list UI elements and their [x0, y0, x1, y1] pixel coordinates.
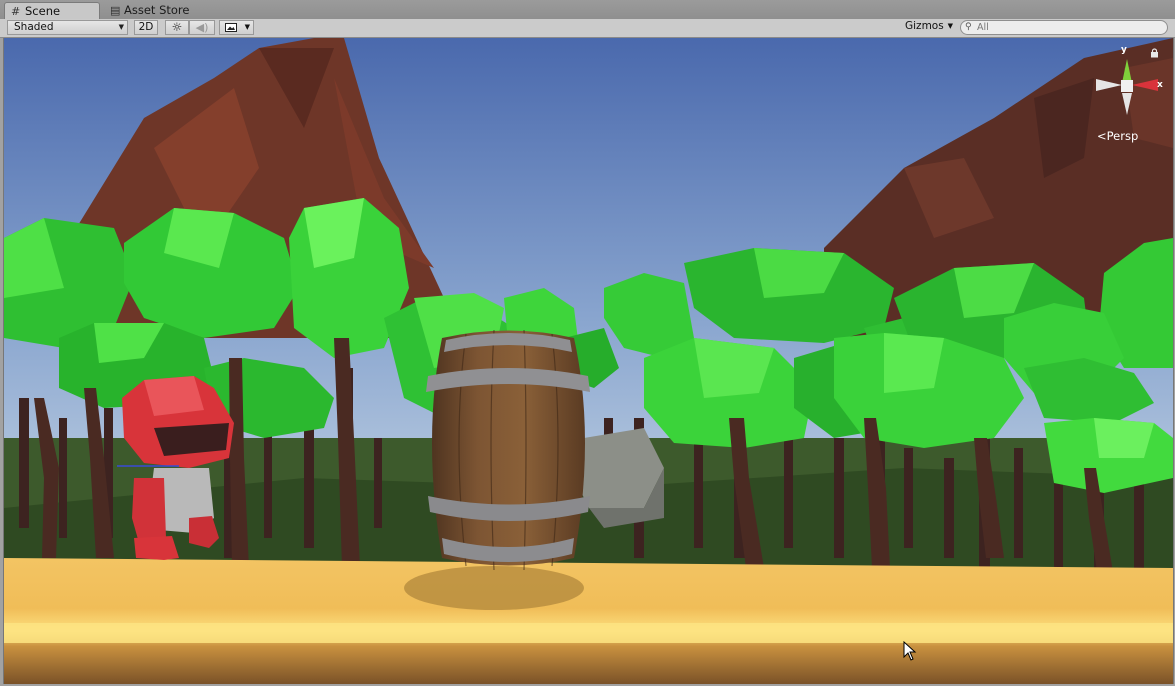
projection-toggle[interactable]: <Persp [1097, 129, 1138, 143]
gizmos-label: Gizmos [905, 20, 944, 32]
mouse-cursor-icon [903, 641, 917, 661]
scene-toolbar: Shaded ▼ 2D ☼ ◀) ▼ Gizmos ▼ ⚲ [0, 19, 1175, 38]
asset-store-icon: ▤ [110, 4, 121, 17]
hierarchy-search[interactable]: ⚲ [960, 20, 1168, 35]
search-input[interactable] [977, 21, 1157, 34]
scene-effects-dropdown[interactable]: ▼ [219, 20, 254, 35]
tab-scene-label: Scene [25, 4, 61, 18]
gizmo-y-axis[interactable] [1122, 59, 1132, 83]
barrel[interactable] [426, 329, 590, 571]
lock-icon[interactable] [1150, 48, 1159, 58]
gizmos-dropdown[interactable]: Gizmos ▼ [901, 20, 955, 35]
speaker-icon: ◀) [195, 21, 209, 34]
gizmo-x-label: x [1157, 80, 1163, 90]
scene-grid-icon: # [11, 5, 21, 18]
unity-scene-window: # Scene ▤ Asset Store Shaded ▼ 2D ☼ ◀) ▼ [0, 0, 1175, 686]
scene-viewport[interactable]: y x <Persp [3, 38, 1174, 684]
projection-label: Persp [1106, 129, 1139, 143]
orientation-gizmo[interactable] [1090, 43, 1174, 143]
tab-asset-store-label: Asset Store [124, 3, 190, 17]
search-icon: ⚲ [965, 22, 972, 32]
shading-mode-dropdown[interactable]: Shaded ▼ [7, 20, 128, 35]
gizmo-center-cube[interactable] [1121, 80, 1133, 92]
gizmo-neg-x-axis[interactable] [1096, 79, 1122, 91]
dropdown-arrow-icon: ▼ [947, 22, 953, 30]
gizmo-y-label: y [1121, 45, 1127, 55]
sun-icon: ☼ [171, 20, 183, 34]
gizmo-x-axis[interactable] [1132, 79, 1158, 91]
tab-scene[interactable]: # Scene [4, 2, 100, 19]
scene-render [4, 38, 1173, 684]
2d-mode-label: 2D [138, 21, 154, 33]
shading-mode-label: Shaded [14, 21, 54, 33]
gizmo-neg-y-axis[interactable] [1122, 93, 1132, 115]
tab-asset-store[interactable]: ▤ Asset Store [104, 2, 200, 19]
scene-audio-toggle[interactable]: ◀) [189, 20, 215, 35]
perspective-icon: < [1097, 129, 1107, 143]
tab-bar: # Scene ▤ Asset Store [0, 0, 1175, 20]
2d-mode-button[interactable]: 2D [134, 20, 158, 35]
scene-lighting-toggle[interactable]: ☼ [165, 20, 189, 35]
dropdown-arrow-icon: ▼ [118, 23, 124, 31]
dropdown-arrow-icon: ▼ [244, 23, 250, 31]
image-icon [225, 23, 237, 32]
